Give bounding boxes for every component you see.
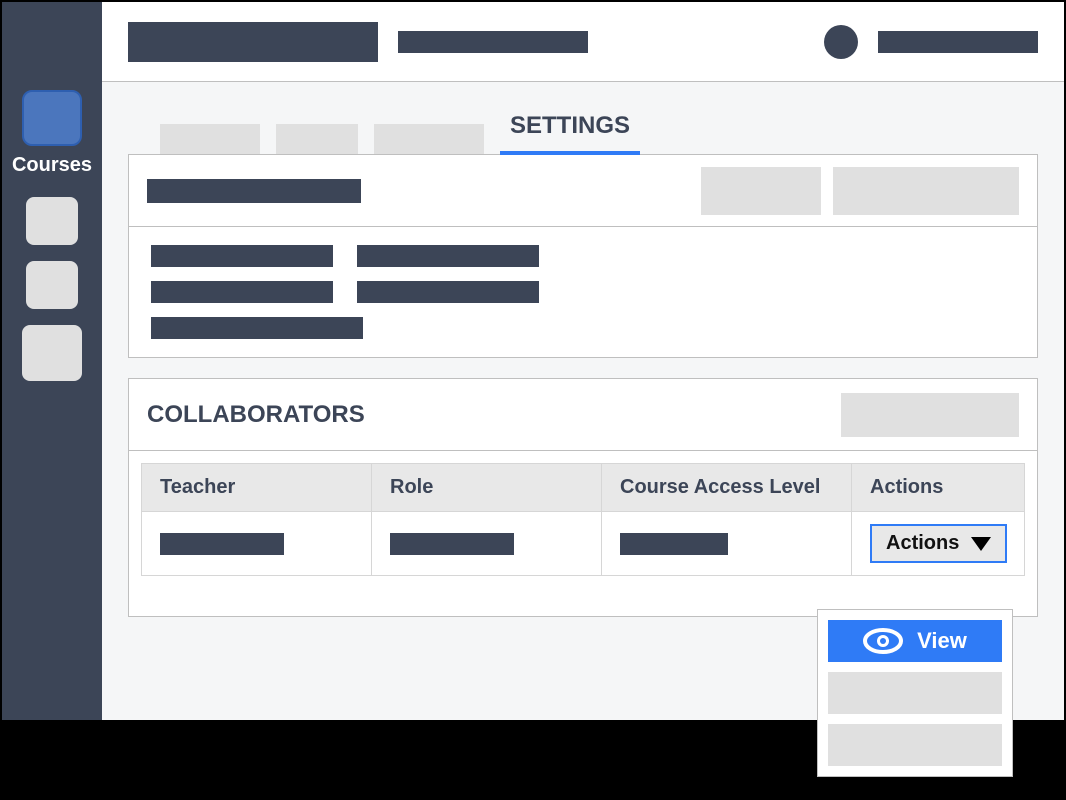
tabs: SETTINGS (128, 82, 1038, 154)
header-title-placeholder (128, 22, 378, 62)
nav-item-placeholder-1[interactable] (26, 197, 78, 245)
collaborators-header: COLLABORATORS (129, 379, 1037, 451)
actions-dropdown-menu: View (817, 609, 1013, 777)
nav-courses-label: Courses (12, 154, 92, 177)
tab-placeholder-1[interactable] (160, 124, 260, 154)
settings-card-button-2[interactable] (833, 167, 1019, 215)
cell-access-placeholder (620, 533, 728, 555)
collaborators-body: Teacher Role Course Access Level Actions (129, 451, 1037, 616)
header (102, 2, 1064, 82)
dropdown-item-placeholder-1[interactable] (828, 672, 1002, 714)
table-header-row: Teacher Role Course Access Level Actions (142, 464, 1025, 512)
collaborators-card: COLLABORATORS Teach (128, 378, 1038, 617)
settings-card-body (129, 227, 1037, 357)
field-placeholder-4 (357, 281, 539, 303)
nav-courses[interactable] (22, 90, 82, 146)
caret-down-icon (971, 537, 991, 551)
settings-card-button-1[interactable] (701, 167, 821, 215)
col-teacher: Teacher (142, 464, 372, 512)
field-placeholder-3 (151, 281, 333, 303)
tab-placeholder-3[interactable] (374, 124, 484, 154)
col-role: Role (372, 464, 602, 512)
table-row: Actions (142, 512, 1025, 576)
header-subtitle-placeholder (398, 31, 588, 53)
avatar[interactable] (824, 25, 858, 59)
settings-card-title-placeholder (147, 179, 361, 203)
tab-placeholder-2[interactable] (276, 124, 358, 154)
row-actions-dropdown[interactable]: Actions (870, 524, 1007, 563)
collaborators-header-button[interactable] (841, 393, 1019, 437)
dropdown-view[interactable]: View (828, 620, 1002, 662)
cell-role-placeholder (390, 533, 514, 555)
nav-item-placeholder-3[interactable] (22, 325, 82, 381)
field-placeholder-2 (357, 245, 539, 267)
dropdown-item-placeholder-2[interactable] (828, 724, 1002, 766)
dropdown-view-label: View (917, 628, 967, 654)
col-access: Course Access Level (602, 464, 852, 512)
field-placeholder-1 (151, 245, 333, 267)
col-actions: Actions (852, 464, 1025, 512)
row-actions-label: Actions (886, 532, 959, 555)
tab-settings[interactable]: SETTINGS (500, 109, 640, 155)
cell-teacher-placeholder (160, 533, 284, 555)
nav-item-placeholder-2[interactable] (26, 261, 78, 309)
field-placeholder-5 (151, 317, 363, 339)
collaborators-table: Teacher Role Course Access Level Actions (141, 463, 1025, 576)
settings-card-header (129, 155, 1037, 227)
header-user-name-placeholder (878, 31, 1038, 53)
eye-icon (863, 627, 903, 655)
settings-card (128, 154, 1038, 358)
collaborators-title: COLLABORATORS (147, 401, 365, 429)
sidebar: Courses (2, 2, 102, 720)
